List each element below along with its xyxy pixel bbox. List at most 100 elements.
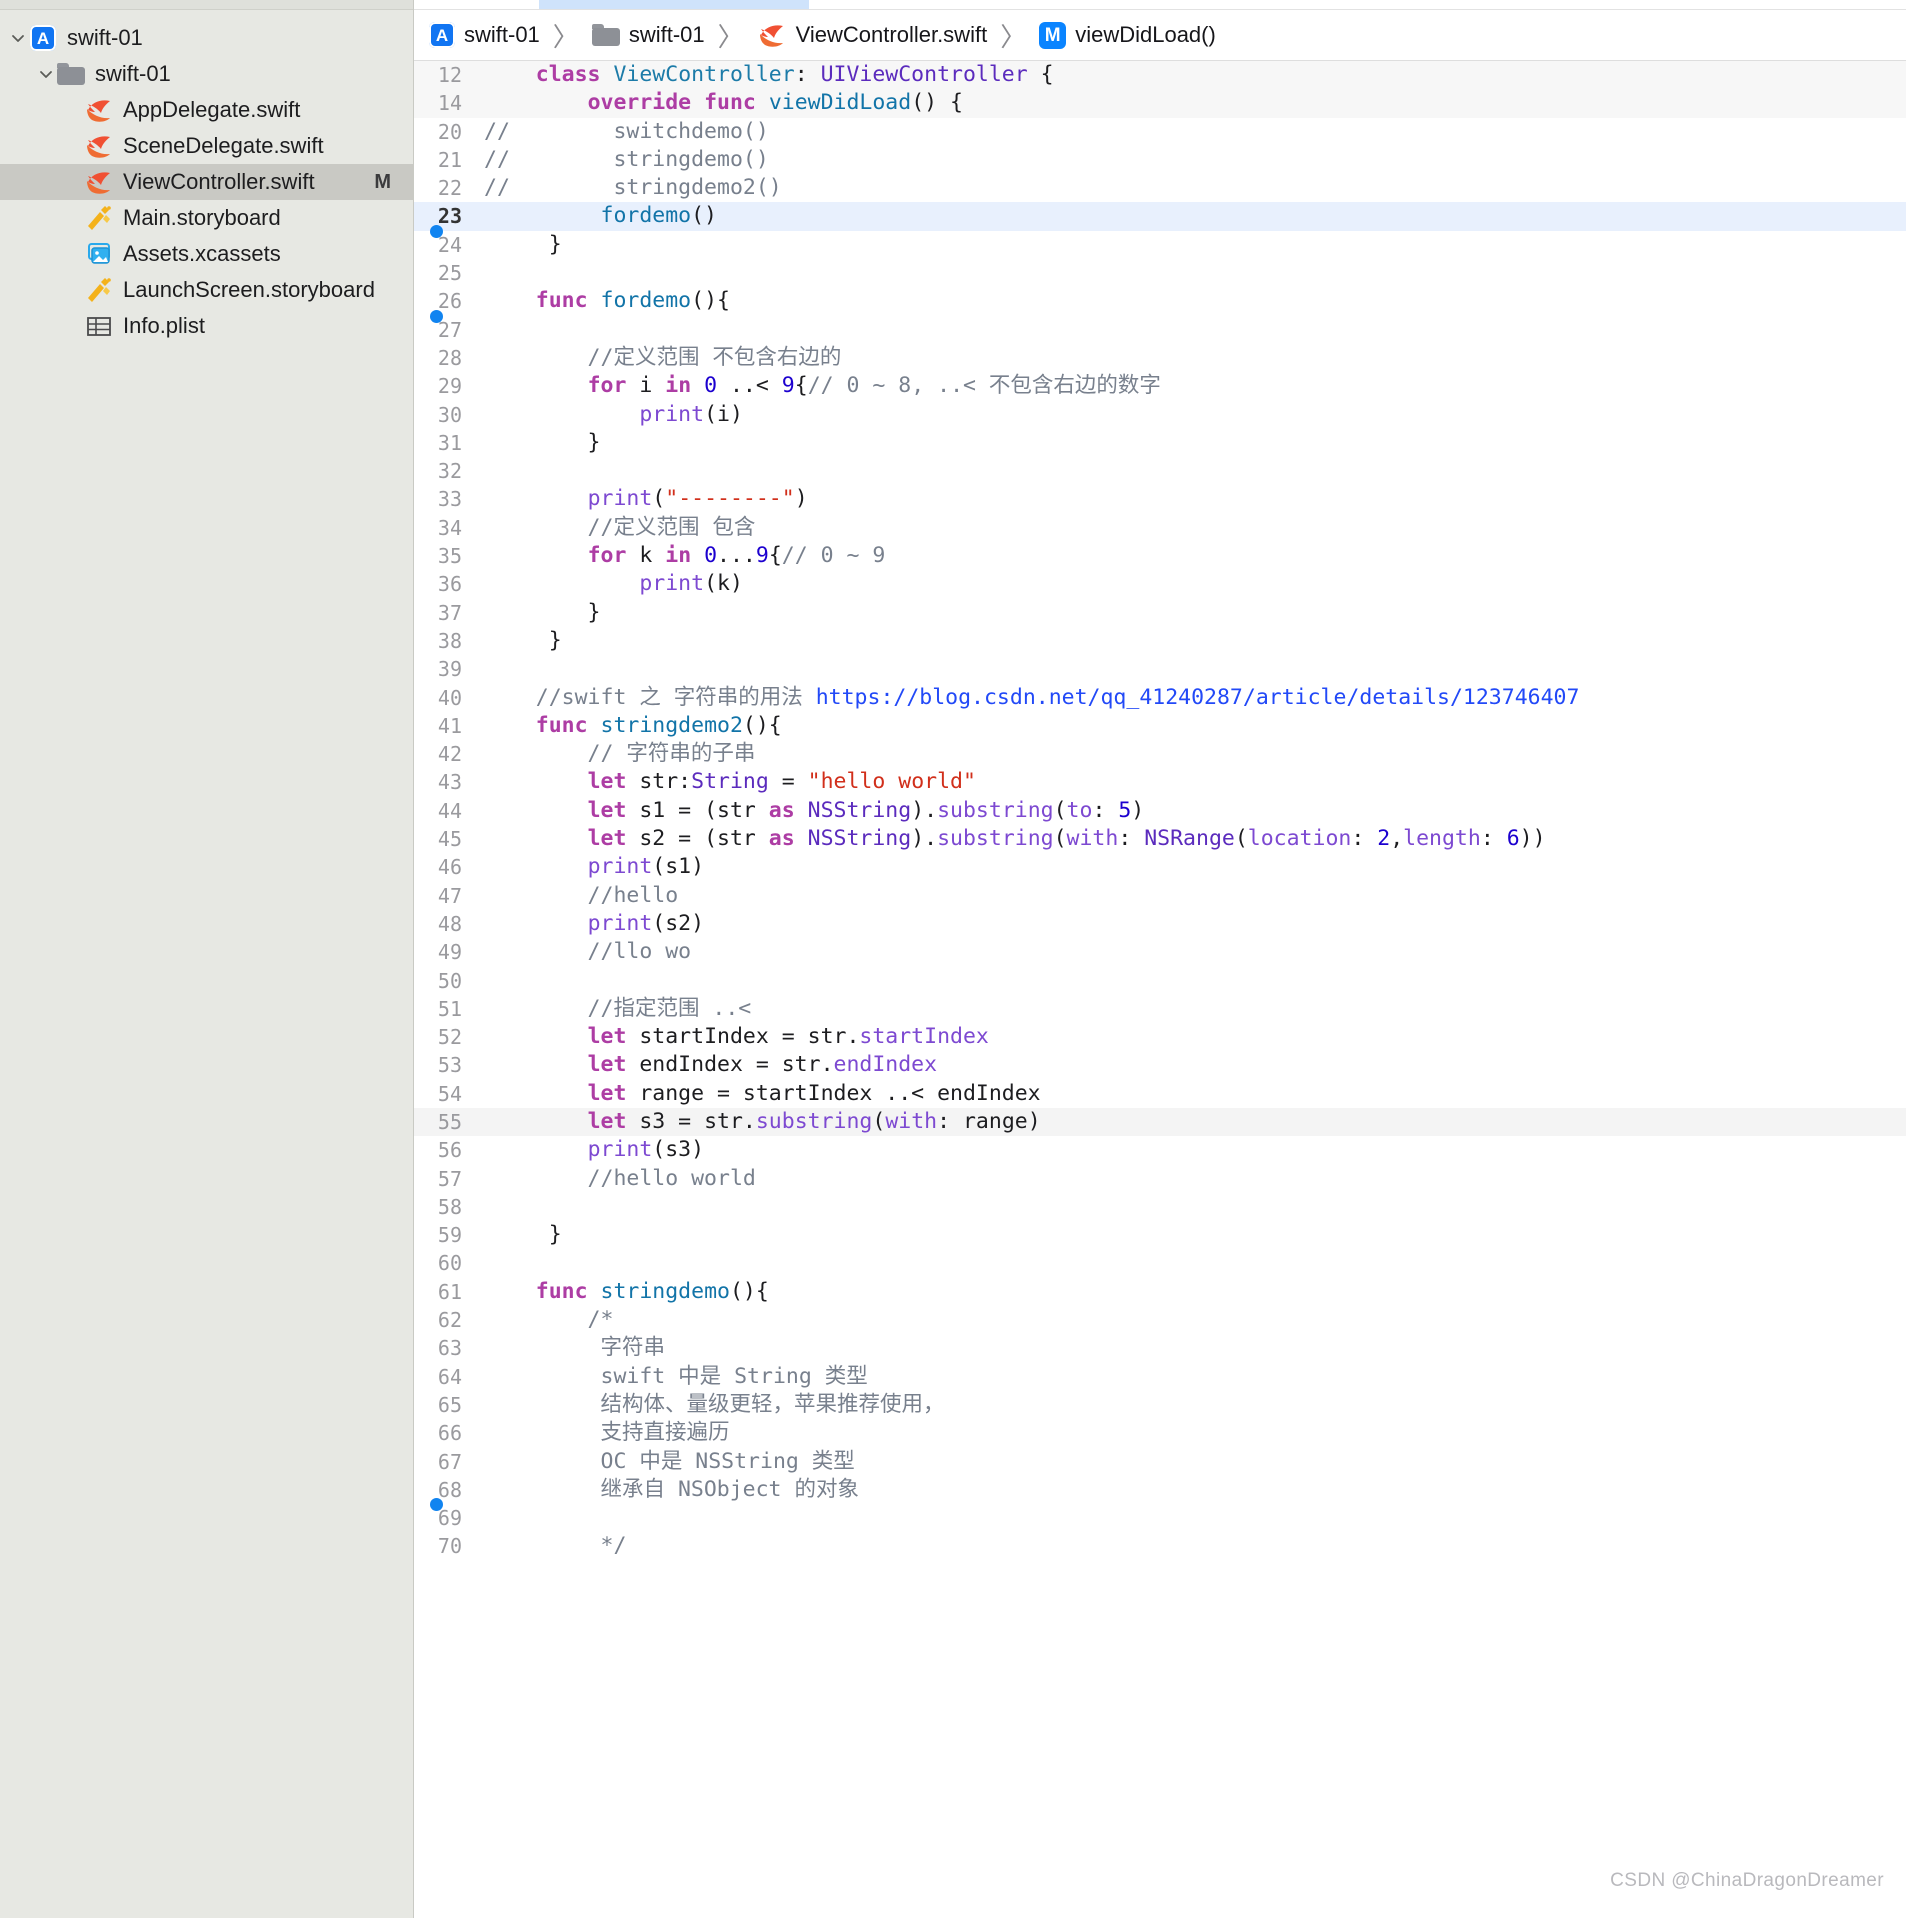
code-line[interactable]: 62 /* <box>414 1306 1906 1334</box>
code-text[interactable]: print(s1) <box>478 853 1906 881</box>
code-line[interactable]: 36 print(k) <box>414 570 1906 598</box>
code-line[interactable]: 58 <box>414 1193 1906 1221</box>
code-text[interactable]: */ <box>478 1532 1906 1560</box>
code-text[interactable]: //hello world <box>478 1165 1906 1193</box>
code-line[interactable]: 55 let s3 = str.substring(with: range) <box>414 1107 1906 1137</box>
chevron-down-icon[interactable] <box>36 64 56 84</box>
sidebar-item-swift-01[interactable]: swift-01 <box>0 56 413 92</box>
code-line[interactable]: 63 字符串 <box>414 1334 1906 1362</box>
code-line[interactable]: 47 //hello <box>414 882 1906 910</box>
breadcrumb[interactable]: Aswift-01 〉 swift-01 〉 ViewController.swift 〉… <box>414 10 1906 61</box>
breadcrumb-item-viewcontroller-swift[interactable]: ViewController.swift <box>757 21 987 49</box>
code-line[interactable]: 31 } <box>414 429 1906 457</box>
code-line[interactable]: 44 let s1 = (str as NSString).substring(… <box>414 797 1906 825</box>
code-line[interactable]: 45 let s2 = (str as NSString).substring(… <box>414 825 1906 853</box>
code-line[interactable]: 59 } <box>414 1221 1906 1249</box>
code-text[interactable]: func stringdemo2(){ <box>478 712 1906 740</box>
code-text[interactable]: func fordemo(){ <box>478 287 1906 315</box>
code-text[interactable]: print(i) <box>478 401 1906 429</box>
code-line[interactable]: 21 // stringdemo() <box>414 146 1906 174</box>
code-text[interactable]: fordemo() <box>478 202 1906 230</box>
breakpoint-icon[interactable] <box>430 309 443 323</box>
code-line[interactable]: 41 func stringdemo2(){ <box>414 712 1906 740</box>
chevron-down-icon[interactable] <box>8 28 28 48</box>
code-line[interactable]: 48 print(s2) <box>414 910 1906 938</box>
code-line[interactable]: 66 支持直接遍历 <box>414 1419 1906 1447</box>
code-line[interactable]: 54 let range = startIndex ..< endIndex <box>414 1080 1906 1108</box>
code-text[interactable]: //hello <box>478 882 1906 910</box>
code-text[interactable]: /* <box>478 1306 1906 1334</box>
code-line[interactable]: 33 print("--------") <box>414 485 1906 513</box>
code-line[interactable]: 67 OC 中是 NSString 类型 <box>414 1448 1906 1476</box>
code-line[interactable]: 14 override func viewDidLoad() { <box>414 89 1906 118</box>
code-line[interactable]: 20 // switchdemo() <box>414 118 1906 146</box>
code-line[interactable]: 32 <box>414 457 1906 485</box>
code-text[interactable]: let str:String = "hello world" <box>478 768 1906 796</box>
code-text[interactable]: let s3 = str.substring(with: range) <box>478 1108 1906 1136</box>
sidebar-item-assets-xcassets[interactable]: Assets.xcassets <box>0 236 413 272</box>
code-line[interactable]: 52 let startIndex = str.startIndex <box>414 1023 1906 1051</box>
code-line[interactable]: 24 } <box>414 224 1906 259</box>
code-text[interactable]: OC 中是 NSString 类型 <box>478 1448 1906 1476</box>
project-file-list[interactable]: Aswift-01 swift-01 AppDelegate.swift SceneD… <box>0 10 413 344</box>
code-text[interactable]: // 字符串的子串 <box>478 740 1906 768</box>
code-text[interactable]: print("--------") <box>478 485 1906 513</box>
code-line[interactable]: 23 fordemo() <box>414 202 1906 231</box>
code-line[interactable]: 40 //swift 之 字符串的用法 https://blog.csdn.ne… <box>414 684 1906 712</box>
code-text[interactable]: let startIndex = str.startIndex <box>478 1023 1906 1051</box>
code-text[interactable]: //定义范围 包含 <box>478 514 1906 542</box>
code-line[interactable]: 35 for k in 0...9{// 0 ~ 9 <box>414 542 1906 570</box>
code-text[interactable]: //swift 之 字符串的用法 https://blog.csdn.net/q… <box>478 684 1906 712</box>
code-line[interactable]: 49 //llo wo <box>414 938 1906 966</box>
code-text[interactable]: // switchdemo() <box>478 118 1906 146</box>
code-line[interactable]: 61 func stringdemo(){ <box>414 1278 1906 1306</box>
code-text[interactable]: } <box>478 429 1906 457</box>
code-text[interactable]: 继承自 NSObject 的对象 <box>478 1476 1906 1504</box>
sidebar-item-viewcontroller-swift[interactable]: ViewController.swift M <box>0 164 413 200</box>
code-line[interactable]: 28 //定义范围 不包含右边的 <box>414 344 1906 372</box>
code-line[interactable]: 37 } <box>414 599 1906 627</box>
code-text[interactable]: } <box>478 599 1906 627</box>
code-line[interactable]: 57 //hello world <box>414 1165 1906 1193</box>
code-line[interactable]: 22 // stringdemo2() <box>414 174 1906 202</box>
code-line[interactable]: 51 //指定范围 ..< <box>414 995 1906 1023</box>
code-line[interactable]: 46 print(s1) <box>414 853 1906 881</box>
code-line[interactable]: 42 // 字符串的子串 <box>414 740 1906 768</box>
code-line[interactable]: 26 func fordemo(){ <box>414 287 1906 315</box>
sidebar-item-scenedelegate-swift[interactable]: SceneDelegate.swift <box>0 128 413 164</box>
code-text[interactable]: //定义范围 不包含右边的 <box>478 344 1906 372</box>
code-text[interactable]: for i in 0 ..< 9{// 0 ~ 8, ..< 不包含右边的数字 <box>478 372 1906 400</box>
code-text[interactable]: swift 中是 String 类型 <box>478 1363 1906 1391</box>
code-text[interactable]: let s1 = (str as NSString).substring(to:… <box>478 797 1906 825</box>
code-line[interactable]: 70 */ <box>414 1532 1906 1560</box>
code-text[interactable]: // stringdemo() <box>478 146 1906 174</box>
code-text[interactable]: for k in 0...9{// 0 ~ 9 <box>478 542 1906 570</box>
code-text[interactable]: print(s3) <box>478 1136 1906 1164</box>
code-text[interactable]: let s2 = (str as NSString).substring(wit… <box>478 825 1906 853</box>
code-line[interactable]: 25 <box>414 259 1906 287</box>
code-line[interactable]: 30 print(i) <box>414 401 1906 429</box>
code-text[interactable]: } <box>478 231 1906 259</box>
code-line[interactable]: 56 print(s3) <box>414 1136 1906 1164</box>
code-line[interactable]: 69 <box>414 1498 1906 1532</box>
breadcrumb-item-viewdidload[interactable]: MviewDidLoad() <box>1039 21 1216 49</box>
code-text[interactable]: 字符串 <box>478 1334 1906 1362</box>
code-line[interactable]: 60 <box>414 1249 1906 1277</box>
code-text[interactable]: print(s2) <box>478 910 1906 938</box>
code-line[interactable]: 12 class ViewController: UIViewControlle… <box>414 61 1906 90</box>
code-line[interactable]: 38 } <box>414 627 1906 655</box>
code-text[interactable]: let range = startIndex ..< endIndex <box>478 1080 1906 1108</box>
code-line[interactable]: 53 let endIndex = str.endIndex <box>414 1051 1906 1079</box>
code-text[interactable]: func stringdemo(){ <box>478 1278 1906 1306</box>
code-line[interactable]: 68 继承自 NSObject 的对象 <box>414 1476 1906 1504</box>
code-text[interactable]: } <box>478 627 1906 655</box>
code-text[interactable]: 支持直接遍历 <box>478 1419 1906 1447</box>
code-line[interactable]: 65 结构体、量级更轻，苹果推荐使用， <box>414 1391 1906 1419</box>
sidebar-item-appdelegate-swift[interactable]: AppDelegate.swift <box>0 92 413 128</box>
code-text[interactable]: override func viewDidLoad() { <box>478 89 1906 117</box>
code-text[interactable]: print(k) <box>478 570 1906 598</box>
code-text[interactable]: } <box>478 1221 1906 1249</box>
sidebar-item-main-storyboard[interactable]: Main.storyboard <box>0 200 413 236</box>
code-text[interactable]: //指定范围 ..< <box>478 995 1906 1023</box>
breadcrumb-item-swift-01[interactable]: Aswift-01 <box>429 22 540 48</box>
